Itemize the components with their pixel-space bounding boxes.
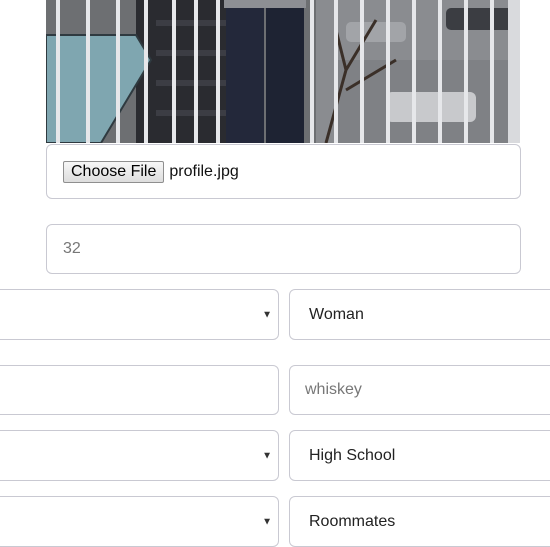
drink-input-placeholder: whiskey: [305, 381, 362, 398]
chevron-down-icon: ▼: [262, 450, 272, 461]
age-input[interactable]: 32: [46, 224, 521, 274]
left-select-4[interactable]: ▼: [0, 496, 279, 547]
education-select-value: High School: [309, 446, 396, 464]
chevron-down-icon: ▼: [262, 309, 272, 320]
gender-select[interactable]: Woman: [289, 289, 550, 340]
education-select[interactable]: High School: [289, 430, 550, 481]
gender-select-value: Woman: [309, 305, 364, 323]
selected-file-name: profile.jpg: [169, 162, 239, 180]
chevron-down-icon: ▼: [262, 516, 272, 527]
profile-photo: [46, 0, 520, 143]
age-value: 32: [63, 240, 81, 257]
drink-input[interactable]: whiskey: [289, 365, 550, 415]
living-situation-select-value: Roommates: [309, 512, 396, 530]
left-text-input[interactable]: [0, 365, 279, 415]
profile-photo-image: [46, 0, 520, 143]
left-select-3[interactable]: ▼: [0, 430, 279, 481]
photo-upload-field: Choose File profile.jpg: [46, 144, 521, 199]
profile-form: Choose File profile.jpg 32 ▼ Woman whisk…: [0, 0, 550, 547]
living-situation-select[interactable]: Roommates: [289, 496, 550, 547]
left-select-1[interactable]: ▼: [0, 289, 279, 340]
choose-file-button[interactable]: Choose File: [63, 160, 165, 183]
